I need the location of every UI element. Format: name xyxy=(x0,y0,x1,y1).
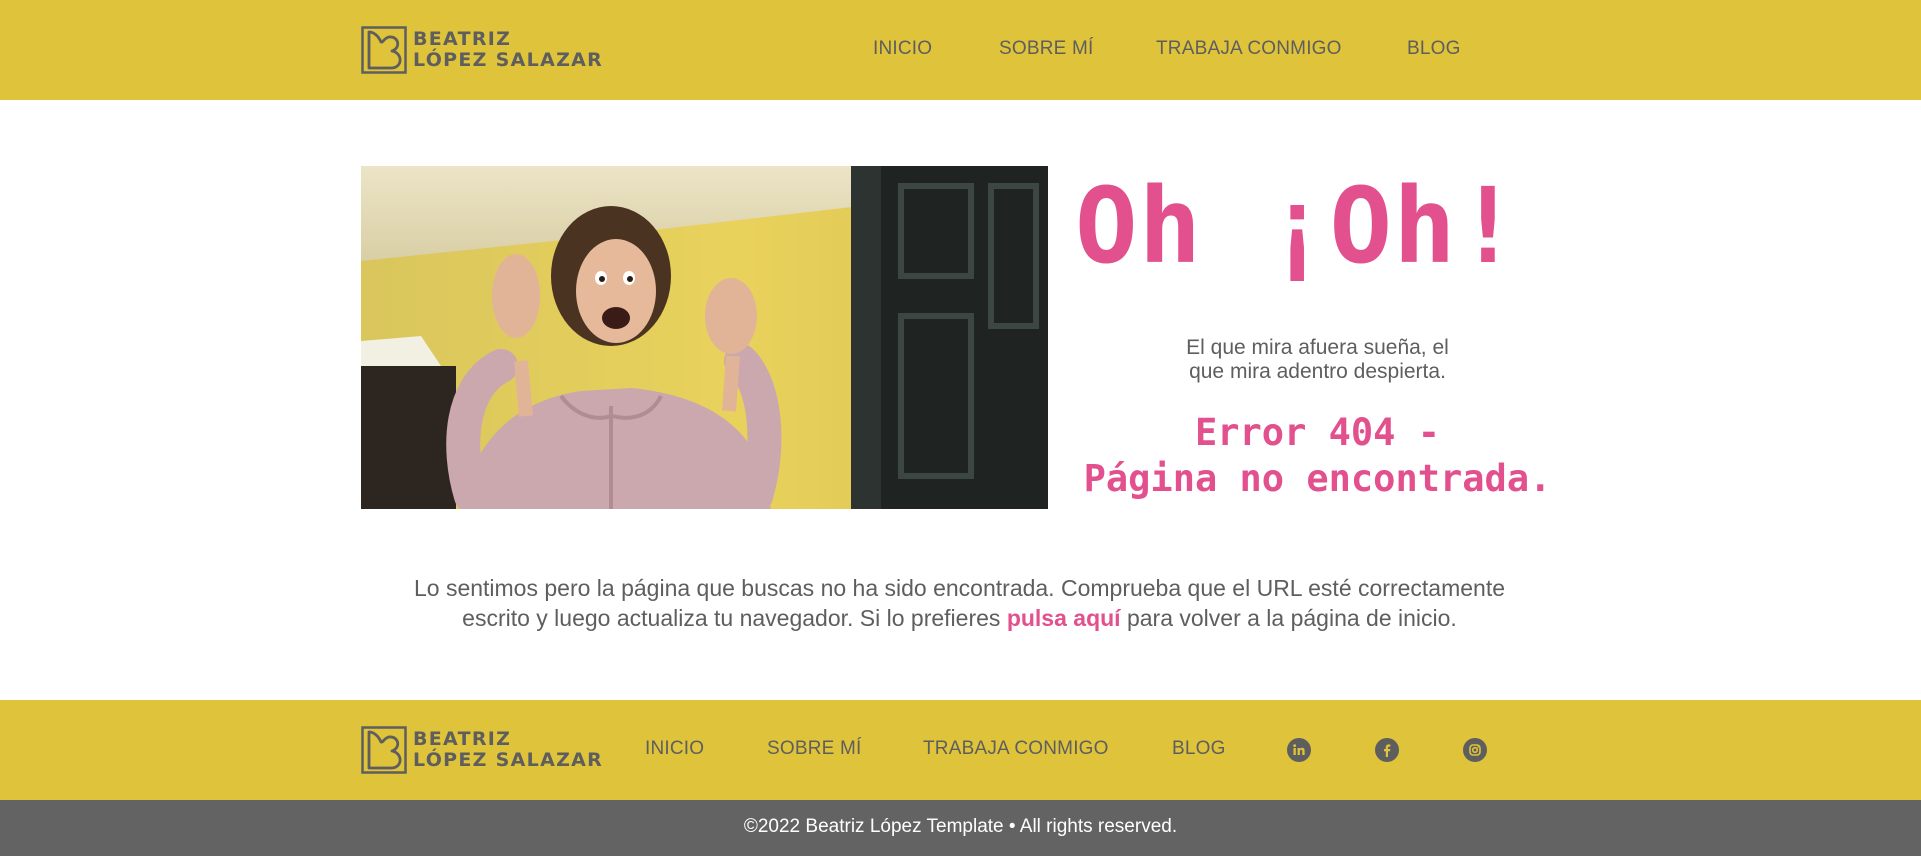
headline: Oh ¡Oh! xyxy=(1075,165,1521,287)
footer-nav-link-inicio[interactable]: INICIO xyxy=(645,738,704,760)
instagram-icon[interactable] xyxy=(1463,738,1487,762)
footer-brand-logo[interactable]: BEATRIZ LÓPEZ SALAZAR xyxy=(361,726,603,774)
brand-name-line2: LÓPEZ SALAZAR xyxy=(413,49,604,71)
site-footer: BEATRIZ LÓPEZ SALAZAR INICIO SOBRE MÍ TR… xyxy=(0,700,1921,800)
footer-brand-name: BEATRIZ LÓPEZ SALAZAR xyxy=(413,729,603,771)
error-title-line-1: Error 404 - xyxy=(1194,411,1441,454)
footer-nav-link-blog[interactable]: BLOG xyxy=(1172,738,1226,760)
nav-link-trabaja-conmigo[interactable]: TRABAJA CONMIGO xyxy=(1156,38,1342,60)
copyright-text: ©2022 Beatriz López Template • All right… xyxy=(743,816,1178,837)
copyright-bar: ©2022 Beatriz López Template • All right… xyxy=(0,800,1921,856)
message-line-2: escrito y luego actualiza tu navegador. … xyxy=(361,603,1558,633)
quote: El que mira afuera sueña, el que mira ad… xyxy=(1115,336,1520,384)
home-link[interactable]: pulsa aquí xyxy=(1007,605,1121,631)
nav-link-inicio[interactable]: INICIO xyxy=(873,38,932,60)
brand-name: BEATRIZ LÓPEZ SALAZAR xyxy=(413,29,603,71)
footer-brand-name-line2: LÓPEZ SALAZAR xyxy=(413,749,604,771)
brand-logo[interactable]: BEATRIZ LÓPEZ SALAZAR xyxy=(361,26,603,74)
quote-line-2: que mira adentro despierta. xyxy=(1189,360,1446,383)
footer-nav-link-trabaja-conmigo[interactable]: TRABAJA CONMIGO xyxy=(923,738,1109,760)
linkedin-icon[interactable] xyxy=(1287,738,1311,762)
brand-name-line1: BEATRIZ xyxy=(413,28,512,50)
footer-nav-link-sobre-mi[interactable]: SOBRE MÍ xyxy=(767,738,862,760)
logo-mark-icon xyxy=(361,726,407,774)
message-text-before: escrito y luego actualiza tu navegador. … xyxy=(462,605,1007,631)
surprised-woman-image xyxy=(361,166,1048,509)
site-header: BEATRIZ LÓPEZ SALAZAR INICIO SOBRE MÍ TR… xyxy=(0,0,1921,100)
footer-brand-name-line1: BEATRIZ xyxy=(413,728,512,750)
not-found-message: Lo sentimos pero la página que buscas no… xyxy=(361,573,1558,633)
message-line-1: Lo sentimos pero la página que buscas no… xyxy=(413,575,1506,601)
logo-mark-icon xyxy=(361,26,407,74)
message-text-after: para volver a la página de inicio. xyxy=(1120,605,1457,631)
error-title: Error 404 - Página no encontrada. xyxy=(1060,410,1575,502)
nav-link-sobre-mi[interactable]: SOBRE MÍ xyxy=(999,38,1094,60)
facebook-icon[interactable] xyxy=(1375,738,1399,762)
error-title-line-2: Página no encontrada. xyxy=(1083,457,1552,500)
nav-link-blog[interactable]: BLOG xyxy=(1407,38,1461,60)
quote-line-1: El que mira afuera sueña, el xyxy=(1186,336,1449,359)
